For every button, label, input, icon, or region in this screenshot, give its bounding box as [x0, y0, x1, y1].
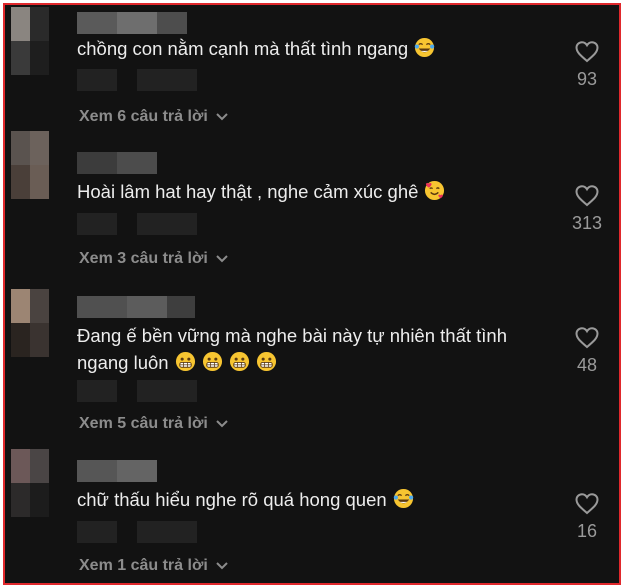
avatar-pixel: [30, 483, 49, 517]
chevron-down-icon: [216, 562, 228, 570]
avatar-pixel: [30, 7, 49, 41]
like-count: 93: [576, 69, 598, 89]
avatar-pixel: [11, 323, 30, 357]
comments-panel: chồng con nằm cạnh mà thất tình ngang Xe…: [3, 3, 621, 585]
comment-text: Đang ế bền vững mà nghe bài này tự nhiên…: [77, 325, 508, 373]
chevron-down-icon: [216, 113, 228, 121]
grimace-emoji-icon: [175, 351, 195, 372]
like-count: 313: [571, 213, 603, 233]
avatar-pixel: [30, 131, 49, 165]
like-button[interactable]: 16: [565, 493, 609, 542]
avatar-pixel: [30, 323, 49, 357]
comment-meta-blurred: [77, 380, 197, 402]
like-button[interactable]: 48: [565, 327, 609, 376]
avatar-pixel: [11, 131, 30, 165]
chevron-down-icon: [216, 255, 228, 263]
username-blurred[interactable]: [77, 12, 187, 34]
chevron-down-icon: [216, 420, 228, 428]
avatar[interactable]: [11, 449, 49, 517]
laugh-cry-emoji-icon: [414, 37, 435, 58]
smiling-hearts-emoji-icon: [425, 180, 445, 201]
view-replies-button[interactable]: Xem 1 câu trả lời: [79, 557, 228, 575]
avatar-pixel: [11, 483, 30, 517]
heart-icon: [575, 185, 599, 207]
avatar[interactable]: [11, 131, 49, 199]
avatar-pixel: [11, 41, 30, 75]
grimace-emoji-icon: [229, 351, 249, 372]
username-blurred[interactable]: [77, 152, 157, 174]
like-count: 48: [576, 355, 598, 375]
comment-meta-blurred: [77, 521, 197, 543]
avatar-pixel: [30, 449, 49, 483]
avatar-pixel: [11, 289, 30, 323]
heart-icon: [575, 41, 599, 63]
comment-meta-blurred: [77, 213, 197, 235]
comment-text: chồng con nằm cạnh mà thất tình ngang: [77, 35, 547, 62]
avatar-pixel: [11, 7, 30, 41]
avatar[interactable]: [11, 7, 49, 75]
comment-text: chữ thấu hiểu nghe rõ quá hong quen: [77, 486, 547, 513]
comment-meta-blurred: [77, 69, 197, 91]
view-replies-button[interactable]: Xem 5 câu trả lời: [79, 415, 228, 433]
like-count: 16: [576, 521, 598, 541]
username-blurred[interactable]: [77, 460, 157, 482]
username-blurred[interactable]: [77, 296, 195, 318]
view-replies-button[interactable]: Xem 3 câu trả lời: [79, 250, 228, 268]
like-button[interactable]: 93: [565, 41, 609, 90]
grimace-emoji-icon: [202, 351, 222, 372]
view-replies-button[interactable]: Xem 6 câu trả lời: [79, 108, 228, 126]
comment-text: Hoài lâm hat hay thật , nghe cảm xúc ghê: [77, 178, 547, 205]
avatar[interactable]: [11, 289, 49, 357]
grimace-emoji-icon: [256, 351, 276, 372]
heart-icon: [575, 493, 599, 515]
laugh-cry-emoji-icon: [393, 488, 413, 509]
avatar-pixel: [11, 449, 30, 483]
avatar-pixel: [30, 165, 49, 199]
avatar-pixel: [30, 41, 49, 75]
heart-icon: [575, 327, 599, 349]
like-button[interactable]: 313: [565, 185, 609, 234]
avatar-pixel: [30, 289, 49, 323]
avatar-pixel: [11, 165, 30, 199]
